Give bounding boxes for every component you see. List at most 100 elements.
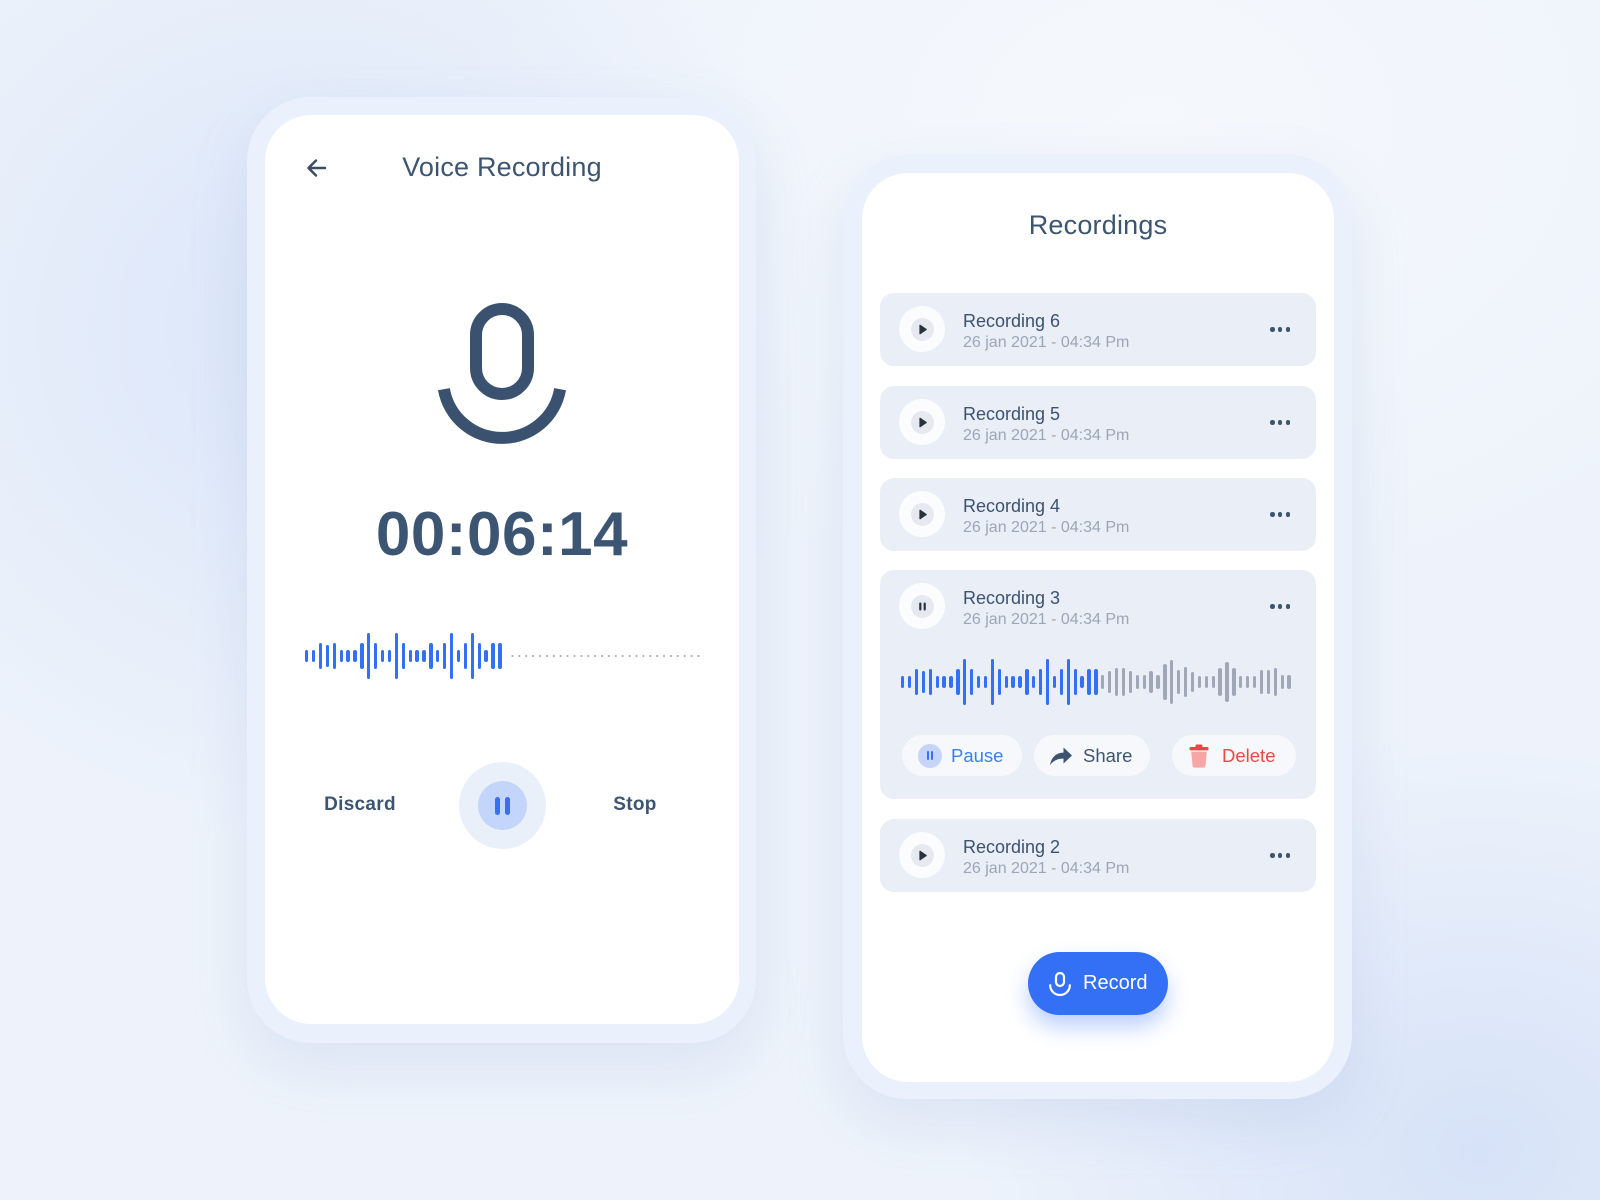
live-waveform <box>305 633 510 679</box>
waveform-bar <box>394 633 399 679</box>
record-button[interactable]: Record <box>1028 952 1168 1015</box>
waveform-bar-unplayed <box>1232 668 1236 696</box>
waveform-bar <box>1066 659 1070 705</box>
waveform-bar-unplayed <box>1156 675 1160 689</box>
play-button[interactable] <box>899 491 945 537</box>
waveform-bar <box>990 659 995 705</box>
waveform-bar <box>970 669 974 695</box>
waveform-bar <box>1087 669 1091 695</box>
waveform-bar-unplayed <box>1287 675 1291 689</box>
voice-recording-phone: Voice Recording 00:06:14 Discard Stop <box>247 97 756 1043</box>
stop-button[interactable]: Stop <box>585 794 685 816</box>
recording-item[interactable]: Recording 5 26 jan 2021 - 04:34 Pm <box>880 386 1316 459</box>
waveform-bar <box>498 643 502 669</box>
waveform-bar <box>367 633 371 679</box>
recording-date: 26 jan 2021 - 04:34 Pm <box>963 860 1130 877</box>
waveform-bar-unplayed <box>1246 676 1250 688</box>
waveform-bar-unplayed <box>1142 675 1146 689</box>
recording-title: Recording 4 <box>963 496 1061 516</box>
share-action-button[interactable]: Share <box>1034 735 1150 776</box>
waveform-bar <box>408 650 412 662</box>
pause-icon-bar <box>495 796 500 815</box>
recording-item[interactable]: Recording 2 26 jan 2021 - 04:34 Pm <box>880 819 1316 892</box>
recordings-screen: Recordings Recording 6 26 jan 2021 - 04:… <box>862 173 1334 1082</box>
more-horizontal-icon[interactable] <box>1268 416 1292 428</box>
waveform-bar <box>1052 676 1057 688</box>
recording-date: 26 jan 2021 - 04:34 Pm <box>963 427 1130 444</box>
pause-action-button[interactable]: Pause <box>902 735 1022 776</box>
waveform-bar <box>1059 669 1064 695</box>
recording-item[interactable]: Recording 4 26 jan 2021 - 04:34 Pm <box>880 478 1316 551</box>
waveform-bar <box>429 643 433 669</box>
waveform-bar <box>956 669 960 695</box>
waveform-bar <box>1073 669 1077 695</box>
waveform-bar-unplayed <box>1252 676 1257 688</box>
waveform-bar-unplayed <box>1218 668 1222 696</box>
recording-date: 26 jan 2021 - 04:34 Pm <box>963 519 1130 536</box>
recording-item-expanded[interactable]: Recording 3 26 jan 2021 - 04:34 Pm Pause… <box>880 570 1316 799</box>
waveform-bar-unplayed <box>1135 675 1139 689</box>
waveform-bar <box>374 643 378 669</box>
play-button[interactable] <box>899 306 945 352</box>
more-horizontal-icon[interactable] <box>1268 508 1292 520</box>
waveform-bar <box>491 643 495 669</box>
waveform-bar-unplayed <box>1170 659 1174 705</box>
waveform-bar-unplayed <box>1259 670 1264 694</box>
recording-item[interactable]: Recording 6 26 jan 2021 - 04:34 Pm <box>880 293 1316 366</box>
pause-recording-button[interactable] <box>459 762 546 849</box>
pause-icon <box>478 781 527 830</box>
waveform-bar <box>1080 676 1084 688</box>
more-horizontal-icon[interactable] <box>1268 600 1292 612</box>
waveform-bar <box>325 644 330 668</box>
waveform-bar <box>1032 676 1036 688</box>
playback-waveform[interactable] <box>901 659 1295 705</box>
more-horizontal-icon[interactable] <box>1268 323 1292 335</box>
waveform-bar <box>1039 669 1043 695</box>
waveform-bar <box>422 650 426 662</box>
waveform-bar-unplayed <box>1177 670 1181 694</box>
waveform-bar-unplayed <box>1163 664 1167 700</box>
pause-icon <box>918 743 942 768</box>
waveform-bar <box>470 633 474 679</box>
play-icon <box>910 843 934 867</box>
delete-action-button[interactable]: Delete <box>1172 735 1296 776</box>
delete-action-label: Delete <box>1222 745 1276 766</box>
waveform-bar-unplayed <box>1225 661 1229 702</box>
waveform-bar <box>928 669 932 695</box>
microphone-icon <box>1049 971 1071 997</box>
waveform-bar-unplayed <box>1128 670 1133 694</box>
waveform-bar-unplayed <box>1114 668 1119 696</box>
play-button[interactable] <box>899 832 945 878</box>
waveform-bar-unplayed <box>1121 668 1126 696</box>
waveform-bar <box>305 650 309 662</box>
waveform-bar <box>983 676 988 688</box>
waveform-bar <box>443 643 447 669</box>
waveform-bar-unplayed <box>1101 675 1105 689</box>
page-title: Voice Recording <box>402 152 602 182</box>
waveform-bar-unplayed <box>1266 670 1271 694</box>
waveform-bar <box>401 643 405 669</box>
waveform-bar <box>1018 676 1022 688</box>
waveform-bar-unplayed <box>1211 676 1215 688</box>
play-button[interactable] <box>899 399 945 445</box>
discard-button[interactable]: Discard <box>310 794 410 816</box>
waveform-bar <box>477 643 481 669</box>
recording-title: Recording 6 <box>963 311 1061 331</box>
waveform-bar <box>963 659 967 705</box>
waveform-bar-unplayed <box>1197 676 1202 688</box>
share-action-label: Share <box>1083 745 1133 766</box>
recording-date: 26 jan 2021 - 04:34 Pm <box>963 611 1130 628</box>
waveform-bar <box>1004 676 1008 688</box>
waveform-bar-unplayed <box>1149 670 1153 694</box>
waveform-bar <box>907 676 912 688</box>
more-horizontal-icon[interactable] <box>1268 849 1292 861</box>
waveform-bar-unplayed <box>1273 668 1277 696</box>
waveform-bar <box>484 650 488 662</box>
recording-title: Recording 5 <box>963 404 1061 424</box>
play-icon <box>910 317 934 341</box>
waveform-bar <box>339 650 343 662</box>
waveform-remaining-track <box>509 655 701 657</box>
waveform-bar-unplayed <box>1183 667 1188 697</box>
waveform-bar <box>1094 669 1098 695</box>
pause-playback-button[interactable] <box>899 583 945 629</box>
